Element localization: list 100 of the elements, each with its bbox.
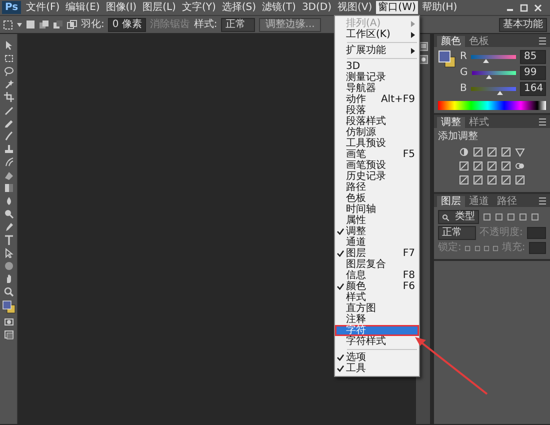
feather-field[interactable]: 0 像素 (108, 18, 146, 32)
menu-entry[interactable]: 历史记录 (335, 171, 419, 182)
path-select-icon[interactable] (4, 248, 14, 258)
style-dropdown[interactable]: 正常 (221, 18, 256, 32)
brightness-icon[interactable] (459, 147, 469, 157)
gradient-tool-icon[interactable] (4, 183, 14, 193)
menu-entry[interactable]: 动作 Alt+F9 (335, 94, 419, 105)
menu-entry[interactable]: 选项 (335, 352, 419, 363)
channel-label: B (460, 83, 467, 95)
fill-field[interactable] (529, 242, 546, 254)
menu-entry[interactable]: 字符样式 (335, 336, 419, 347)
triangle-icon[interactable] (515, 147, 525, 157)
menu-item[interactable]: 窗口(W) (376, 1, 418, 14)
menu-entry[interactable]: 3D (335, 61, 419, 72)
menu-item[interactable]: 图层(L) (140, 1, 178, 14)
menu-entry[interactable]: 色板 (335, 193, 419, 204)
menu-entry[interactable]: 路径 (335, 182, 419, 193)
menu-entry[interactable]: 段落 (335, 105, 419, 116)
panel-menu-icon[interactable] (538, 36, 547, 44)
panel-menu-icon[interactable] (538, 118, 547, 126)
panel-tab[interactable]: 调整 (437, 117, 465, 128)
close-icon[interactable] (534, 4, 542, 12)
menu-item[interactable]: 选择(S) (220, 1, 258, 14)
menu-entry[interactable]: 颜色 F6 (335, 281, 419, 292)
menu-entry[interactable]: 画笔 F5 (335, 149, 419, 160)
menu-entry[interactable]: 字符 (335, 325, 419, 336)
color-swatches-icon[interactable] (438, 50, 456, 68)
workspace-dropdown[interactable]: 基本功能 (499, 18, 547, 32)
refine-edge-button[interactable]: 调整边缘... (259, 18, 321, 32)
subtract-selection-icon[interactable] (53, 20, 63, 29)
menu-item[interactable]: 图像(I) (104, 1, 139, 14)
magic-wand-icon[interactable] (4, 79, 14, 89)
feather-label: 羽化: (81, 18, 104, 30)
new-selection-icon[interactable] (26, 20, 35, 29)
menu-entry[interactable]: 图层 F7 (335, 248, 419, 259)
panel-tab[interactable]: 图层 (437, 196, 465, 207)
menu-item[interactable]: 帮助(H) (420, 1, 460, 14)
properties-panel-icon[interactable] (418, 55, 428, 64)
circles-icon[interactable] (515, 161, 525, 171)
menu-entry[interactable]: 直方图 (335, 303, 419, 314)
opacity-field[interactable] (526, 227, 546, 239)
history-panel-icon[interactable] (418, 42, 428, 51)
menu-item[interactable]: 视图(V) (336, 1, 374, 14)
channel-label: G (460, 67, 468, 79)
history-brush-icon[interactable] (4, 157, 14, 167)
add-selection-icon[interactable] (39, 20, 49, 29)
menu-entry[interactable]: 工具 (335, 363, 419, 374)
caret-icon[interactable] (17, 22, 22, 26)
marquee-tool-icon[interactable] (4, 53, 14, 63)
pen-tool-icon[interactable] (4, 222, 14, 232)
panel-tab[interactable]: 样式 (465, 117, 493, 128)
menu-entry[interactable]: 工具预设 (335, 138, 419, 149)
filter-dropdown[interactable]: 类型 (438, 210, 479, 224)
menu-entry[interactable]: 仿制源 (335, 127, 419, 138)
menu-entry[interactable]: 画笔预设 (335, 160, 419, 171)
menu-entry[interactable]: 段落样式 (335, 116, 419, 127)
menu-item[interactable]: 3D(D) (300, 1, 334, 14)
lasso-tool-icon[interactable] (4, 66, 14, 76)
filter-label: 类型 (455, 211, 475, 223)
panel-menu-icon[interactable] (538, 196, 547, 204)
panel-title: 添加调整 (438, 131, 479, 143)
channel-value-field[interactable]: 164 (520, 82, 546, 96)
panel-tab[interactable]: 路径 (493, 196, 521, 207)
brush-tool-icon[interactable] (4, 131, 14, 141)
menu-item[interactable]: 文件(F) (24, 1, 62, 14)
panel-tab[interactable]: 颜色 (437, 36, 465, 47)
menu-entry[interactable]: 通道 (335, 237, 419, 248)
color-spectrum-bar[interactable] (438, 101, 546, 110)
eraser-icon[interactable] (4, 170, 14, 180)
menu-entry[interactable]: 测量记录 (335, 72, 419, 83)
menu-entry[interactable]: 属性 (335, 215, 419, 226)
menu-item[interactable]: 滤镜(T) (260, 1, 298, 14)
menu-entry[interactable]: 样式 (335, 292, 419, 303)
menu-entry[interactable]: 导航器 (335, 83, 419, 94)
menu-entry[interactable]: 时间轴 (335, 204, 419, 215)
panel-tab[interactable]: 通道 (465, 196, 493, 207)
menu-item[interactable]: 编辑(E) (64, 1, 102, 14)
crop-tool-icon[interactable] (4, 92, 14, 102)
channel-value-field[interactable]: 85 (520, 50, 546, 64)
quick-mask-icon[interactable] (4, 317, 14, 327)
move-tool-icon[interactable] (4, 40, 14, 50)
screen-mode-icon[interactable] (4, 330, 14, 340)
blend-mode-dropdown[interactable]: 正常 (438, 226, 476, 240)
stamp-tool-icon[interactable] (4, 144, 14, 154)
menu-entry[interactable]: 信息 F8 (335, 270, 419, 281)
color-swatches-icon[interactable] (2, 300, 16, 314)
menu-entry[interactable]: 扩展功能 (335, 45, 419, 56)
marquee-icon[interactable] (3, 20, 13, 30)
menu-entry[interactable]: 调整 (335, 226, 419, 237)
channel-value-field[interactable]: 99 (520, 66, 546, 80)
menu-entry[interactable]: 图层复合 (335, 259, 419, 270)
menu-item[interactable]: 文字(Y) (180, 1, 218, 14)
ellipse-tool-icon[interactable] (4, 261, 14, 271)
menu-entry[interactable]: 注释 (335, 314, 419, 325)
maximize-icon[interactable] (520, 4, 528, 12)
intersect-selection-icon[interactable] (67, 20, 77, 29)
zoom-icon[interactable] (4, 287, 14, 297)
menu-entry[interactable]: 工作区(K) (335, 29, 419, 40)
type-tool-icon[interactable] (4, 235, 14, 245)
panel-tab[interactable]: 色板 (465, 36, 493, 47)
